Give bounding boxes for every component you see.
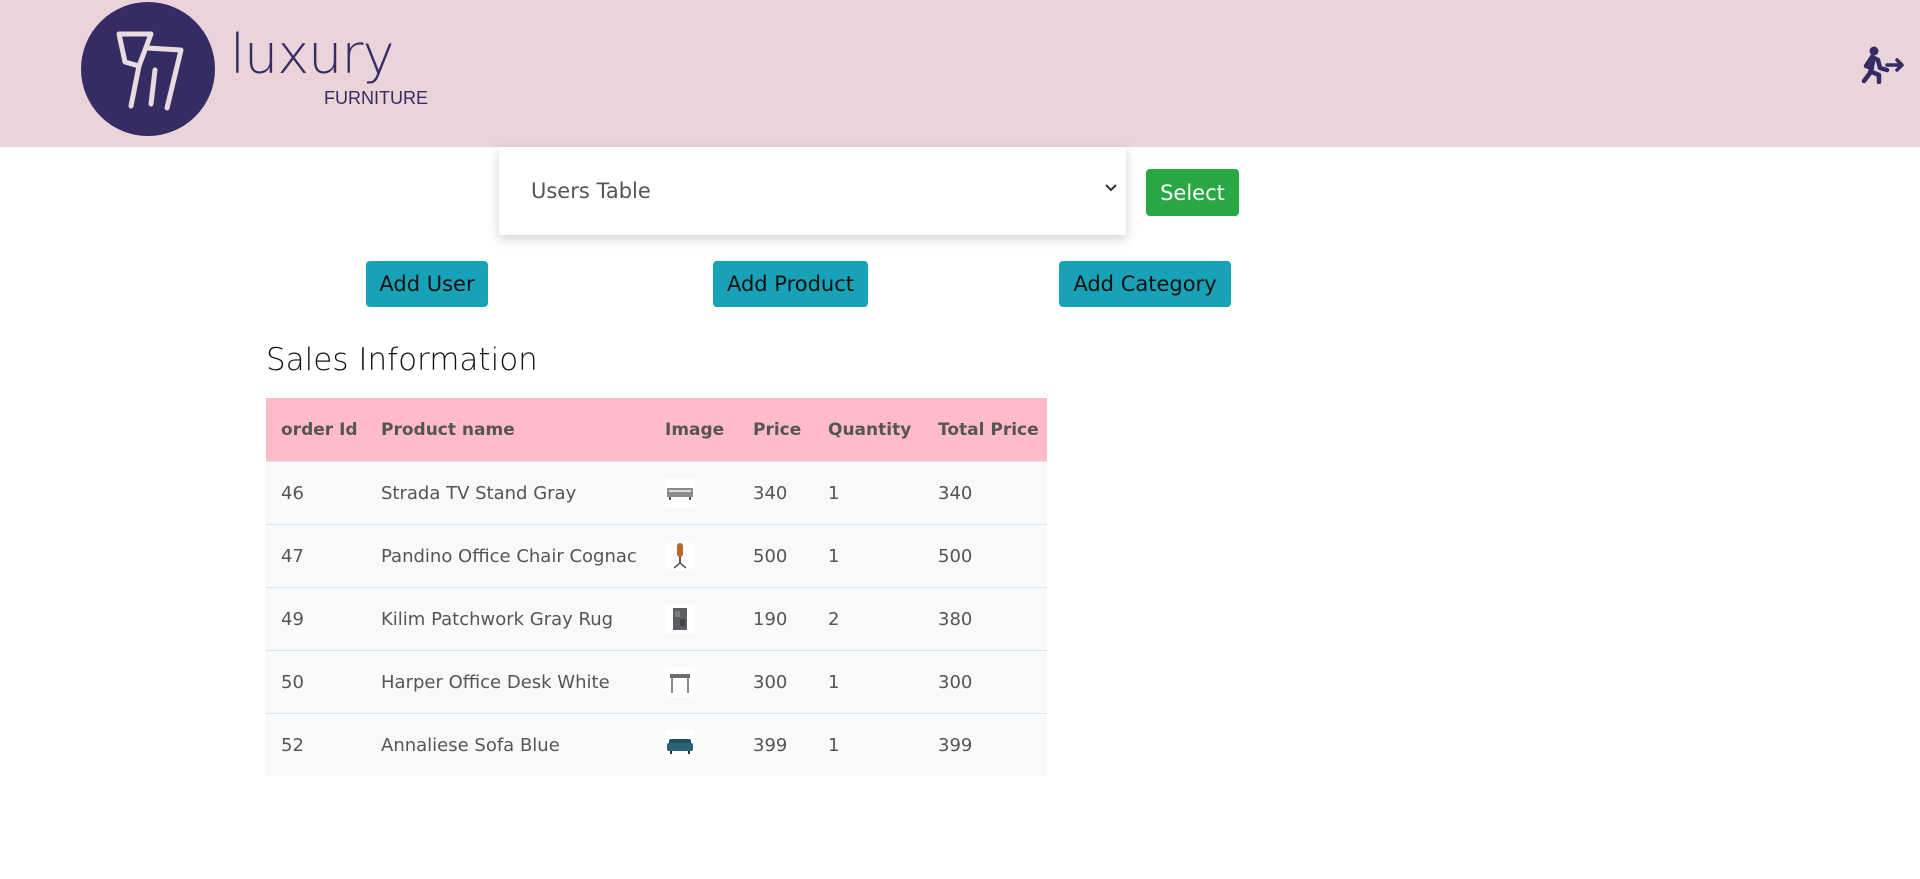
logo-mark[interactable] — [81, 2, 215, 136]
chevron-down-icon — [1105, 184, 1117, 192]
sales-table: order Id Product name Image Price Quanti… — [266, 398, 1047, 776]
total-price: 340 — [923, 461, 1047, 525]
table-row: 50 Harper Office Desk White 300 1 300 — [266, 650, 1047, 714]
add-category-button[interactable]: Add Category — [1059, 261, 1231, 307]
order-id: 52 — [266, 713, 366, 776]
total-price: 500 — [923, 524, 1047, 588]
table-row: 49 Kilim Patchwork Gray Rug 190 2 380 — [266, 587, 1047, 651]
price: 399 — [738, 713, 813, 776]
order-id: 49 — [266, 587, 366, 651]
order-id: 50 — [266, 650, 366, 714]
office-chair-icon — [665, 541, 695, 571]
quantity: 1 — [813, 524, 923, 588]
column-header: order Id — [266, 398, 366, 462]
product-name: Pandino Office Chair Cognac — [366, 524, 650, 588]
price: 300 — [738, 650, 813, 714]
total-price: 300 — [923, 650, 1047, 714]
quantity: 1 — [813, 650, 923, 714]
product-name: Annaliese Sofa Blue — [366, 713, 650, 776]
order-id: 47 — [266, 524, 366, 588]
quantity: 1 — [813, 713, 923, 776]
total-price: 399 — [923, 713, 1047, 776]
table-select[interactable]: Users Table — [499, 147, 1126, 235]
table-select-value: Users Table — [531, 179, 651, 203]
price: 500 — [738, 524, 813, 588]
column-header: Price — [738, 398, 813, 462]
price: 190 — [738, 587, 813, 651]
product-name: Harper Office Desk White — [366, 650, 650, 714]
desk-icon — [665, 667, 695, 697]
logo-chair-icon — [116, 31, 184, 111]
table-row: 52 Annaliese Sofa Blue 399 1 399 — [266, 713, 1047, 776]
site-header: luxury FURNITURE — [0, 0, 1920, 147]
price: 340 — [738, 461, 813, 525]
add-product-button[interactable]: Add Product — [713, 261, 868, 307]
quantity: 2 — [813, 587, 923, 651]
column-header: Quantity — [813, 398, 923, 462]
select-button[interactable]: Select — [1146, 169, 1239, 216]
sales-section-title: Sales Information — [266, 342, 538, 378]
column-header: Image — [650, 398, 738, 462]
total-price: 380 — [923, 587, 1047, 651]
column-header: Total Price — [923, 398, 1047, 462]
table-header-row: order Id Product name Image Price Quanti… — [266, 398, 1047, 462]
rug-icon — [665, 604, 695, 634]
quantity: 1 — [813, 461, 923, 525]
order-id: 46 — [266, 461, 366, 525]
logout-icon[interactable] — [1860, 46, 1904, 85]
product-name: Strada TV Stand Gray — [366, 461, 650, 525]
logo-subtitle: FURNITURE — [324, 88, 428, 108]
table-row: 46 Strada TV Stand Gray 340 1 340 — [266, 461, 1047, 525]
column-header: Product name — [366, 398, 650, 462]
logo-wordmark: luxury — [230, 23, 395, 86]
tv-stand-icon — [665, 478, 695, 508]
product-name: Kilim Patchwork Gray Rug — [366, 587, 650, 651]
table-row: 47 Pandino Office Chair Cognac 500 1 500 — [266, 524, 1047, 588]
add-user-button[interactable]: Add User — [366, 261, 488, 307]
sofa-icon — [665, 730, 695, 760]
